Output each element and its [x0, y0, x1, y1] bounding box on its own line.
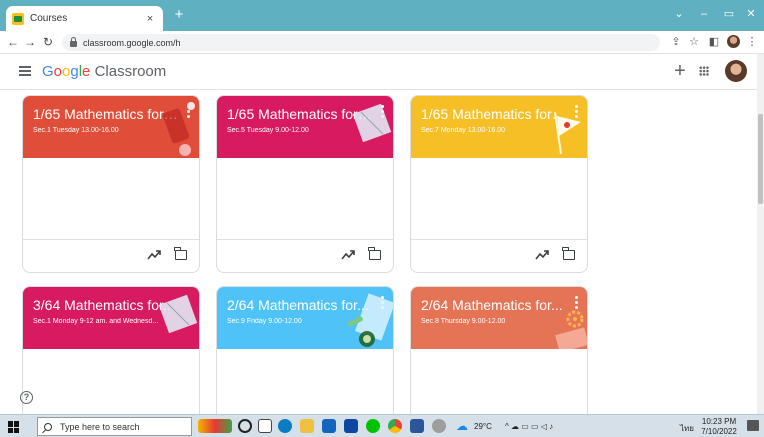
chrome-menu-icon[interactable]: ⋮ — [744, 34, 760, 50]
word-icon[interactable] — [410, 419, 424, 433]
class-card-header: 3/64 Mathematics for... Sec.1 Monday 9-1… — [23, 287, 199, 349]
class-card[interactable]: 1/65 Mathematics for ... Sec.5 Tuesday 9… — [216, 95, 394, 273]
math-illustration-icon — [162, 102, 195, 156]
class-card-footer — [23, 240, 199, 272]
file-explorer-icon[interactable] — [300, 419, 314, 433]
class-grid: 1/65 Mathematics for ... Sec.1 Tuesday 1… — [0, 90, 757, 414]
class-card-body — [411, 349, 587, 414]
science-illustration-icon — [347, 293, 393, 347]
task-view-icon[interactable] — [258, 419, 272, 433]
page-scrollbar[interactable] — [757, 54, 764, 414]
reload-icon[interactable]: ↻ — [40, 34, 56, 50]
tab-search-icon[interactable]: ⌄ — [668, 5, 690, 23]
browser-tab-courses[interactable]: Courses × — [6, 6, 163, 31]
account-avatar[interactable] — [725, 60, 747, 82]
trending-up-icon[interactable] — [535, 249, 549, 261]
reading-mode-icon[interactable]: ◧ — [706, 34, 722, 50]
google-classroom-logo[interactable]: Google Classroom — [42, 63, 166, 80]
folder-icon[interactable] — [562, 247, 575, 260]
close-window-button[interactable]: ✕ — [740, 5, 762, 23]
class-card-header: 1/65 Mathematics for ... Sec.7 Monday 13… — [411, 96, 587, 158]
google-apps-icon[interactable] — [699, 66, 709, 76]
class-card-footer — [217, 240, 393, 272]
taskbar-search-input[interactable]: Type here to search — [37, 417, 192, 436]
clock-time: 10:23 PM — [701, 417, 737, 426]
trending-up-icon[interactable] — [341, 249, 355, 261]
class-section: Sec.8 Thursday 9.00-12.00 — [421, 318, 506, 325]
clock-date: 7/10/2022 — [701, 427, 737, 436]
trending-up-icon[interactable] — [147, 249, 161, 261]
weather-icon: ☁ — [456, 419, 468, 433]
input-language[interactable]: ไทย — [680, 422, 694, 435]
mail-icon[interactable] — [344, 419, 358, 433]
class-card-body — [23, 158, 199, 240]
share-icon[interactable]: ⇪ — [668, 34, 684, 50]
class-card[interactable]: 2/64 Mathematics for... Sec.8 Thursday 9… — [410, 286, 588, 414]
tab-close-icon[interactable]: × — [143, 13, 157, 25]
store-icon[interactable] — [322, 419, 336, 433]
lock-icon — [70, 37, 77, 47]
browser-toolbar: ← → ↻ classroom.google.com/h ⇪ ☆ ◧ ⋮ — [0, 31, 764, 54]
geometry-illustration-icon — [158, 294, 198, 334]
class-card[interactable]: 3/64 Mathematics for... Sec.1 Monday 9-1… — [22, 286, 200, 414]
bookmark-star-icon[interactable]: ☆ — [686, 34, 702, 50]
user-app-icon[interactable] — [432, 419, 446, 433]
class-card-header: 2/64 Mathematics for... Sec.8 Thursday 9… — [411, 287, 587, 349]
main-menu-icon[interactable] — [19, 66, 31, 76]
classroom-favicon-icon — [12, 12, 24, 25]
flag-illustration-icon — [554, 111, 581, 155]
folder-icon[interactable] — [174, 247, 187, 260]
geometry-illustration-icon — [352, 103, 392, 143]
class-card[interactable]: 1/65 Mathematics for ... Sec.1 Tuesday 1… — [22, 95, 200, 273]
profile-avatar — [726, 35, 740, 48]
minimize-button[interactable]: – — [693, 5, 715, 23]
edge-browser-icon[interactable] — [278, 419, 292, 433]
weather-temp[interactable]: 29°C — [474, 422, 492, 431]
search-placeholder: Type here to search — [60, 421, 140, 432]
class-card[interactable]: 2/64 Mathematics for... Sec.9 Friday 9.0… — [216, 286, 394, 414]
class-card-footer — [411, 240, 587, 272]
tab-title: Courses — [30, 13, 68, 24]
screen: Courses × + ⌄ – ▭ ✕ ← → ↻ classroom.goog… — [0, 0, 764, 437]
tray-icons[interactable]: ^ ☁ ▭ ▭ ◁ ♪ — [505, 422, 553, 431]
class-title[interactable]: 2/64 Mathematics for... — [421, 297, 566, 313]
class-card-body — [23, 349, 199, 414]
scrollbar-thumb[interactable] — [758, 114, 763, 204]
class-card-body — [411, 158, 587, 240]
windows-start-icon[interactable] — [8, 421, 20, 433]
restore-button[interactable]: ▭ — [718, 5, 740, 23]
product-name: Classroom — [94, 63, 167, 80]
news-widget-icon[interactable] — [198, 419, 232, 433]
profile-icon[interactable] — [725, 34, 741, 50]
class-card[interactable]: 1/65 Mathematics for ... Sec.7 Monday 13… — [410, 95, 588, 273]
class-card-header: 1/65 Mathematics for ... Sec.5 Tuesday 9… — [217, 96, 393, 158]
browser-tabstrip: Courses × + ⌄ – ▭ ✕ — [0, 0, 764, 31]
url-text: classroom.google.com/h — [83, 37, 181, 48]
address-bar[interactable]: classroom.google.com/h — [62, 34, 660, 51]
back-arrow-icon[interactable]: ← — [5, 34, 21, 50]
line-app-icon[interactable] — [366, 419, 380, 433]
class-card-body — [217, 158, 393, 240]
new-tab-button[interactable]: + — [171, 6, 187, 24]
search-icon — [44, 422, 52, 431]
folder-icon[interactable] — [368, 247, 381, 260]
create-or-join-class-button[interactable]: + — [669, 60, 691, 82]
windows-taskbar: Type here to search ☁ 29°C ^ ☁ ▭ ▭ ◁ ♪ ไ… — [0, 414, 764, 437]
cortana-icon[interactable] — [238, 419, 252, 433]
class-card-header: 2/64 Mathematics for... Sec.9 Friday 9.0… — [217, 287, 393, 349]
class-card-header: 1/65 Mathematics for ... Sec.1 Tuesday 1… — [23, 96, 199, 158]
help-icon[interactable]: ? — [20, 391, 33, 404]
classroom-header: Google Classroom + — [0, 54, 764, 90]
gear-illustration-icon — [555, 310, 587, 349]
chrome-taskbar-icon[interactable] — [388, 419, 402, 433]
notification-icon[interactable] — [747, 420, 759, 431]
forward-arrow-icon[interactable]: → — [22, 34, 38, 50]
class-card-body — [217, 349, 393, 414]
taskbar-clock[interactable]: 10:23 PM 7/10/2022 — [697, 417, 741, 437]
